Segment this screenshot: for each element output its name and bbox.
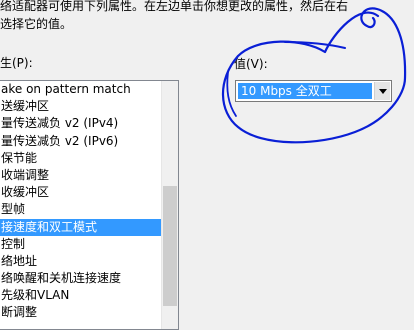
intro-line-1: 络适配器可使用下列属性。在左边单击你想更改的属性，然后在右 (0, 0, 349, 13)
list-item[interactable]: 量传送减负 v2 (IPv4) (0, 115, 161, 132)
list-item[interactable]: 络地址 (0, 253, 161, 270)
value-label: 值(V): (234, 57, 268, 71)
value-combobox[interactable]: 10 Mbps 全双工 (235, 80, 392, 102)
intro-line-2: 选择它的值。 (0, 17, 73, 31)
list-item[interactable]: 保节能 (0, 150, 161, 167)
list-item[interactable]: 接速度和双工模式 (0, 218, 161, 236)
list-item[interactable]: 控制 (0, 236, 161, 253)
list-item[interactable]: 先级和VLAN (0, 287, 161, 304)
property-label: 生(P): (0, 56, 33, 70)
intro-text: 络适配器可使用下列属性。在左边单击你想更改的属性，然后在右 选择它的值。 (0, 0, 414, 33)
scrollbar-thumb[interactable] (163, 186, 177, 306)
dropdown-button[interactable] (374, 82, 390, 100)
chevron-down-icon (379, 89, 387, 94)
list-item[interactable]: 型帧 (0, 201, 161, 218)
list-item[interactable]: 送缓冲区 (0, 98, 161, 115)
property-list: ake on pattern match 送缓冲区 量传送减负 v2 (IPv4… (0, 81, 161, 322)
value-combobox-selected: 10 Mbps 全双工 (238, 83, 372, 99)
list-item[interactable]: 断调整 (0, 304, 161, 321)
list-item[interactable]: 量传送减负 v2 (IPv6) (0, 133, 161, 150)
list-item[interactable]: 络唤醒和关机连接速度 (0, 270, 161, 287)
property-listbox[interactable]: ake on pattern match 送缓冲区 量传送减负 v2 (IPv4… (0, 80, 179, 330)
vertical-scrollbar[interactable] (161, 81, 178, 329)
list-item[interactable]: ake on pattern match (0, 81, 161, 98)
list-item[interactable]: 收端调整 (0, 167, 161, 184)
list-item[interactable]: 收缓冲区 (0, 184, 161, 201)
